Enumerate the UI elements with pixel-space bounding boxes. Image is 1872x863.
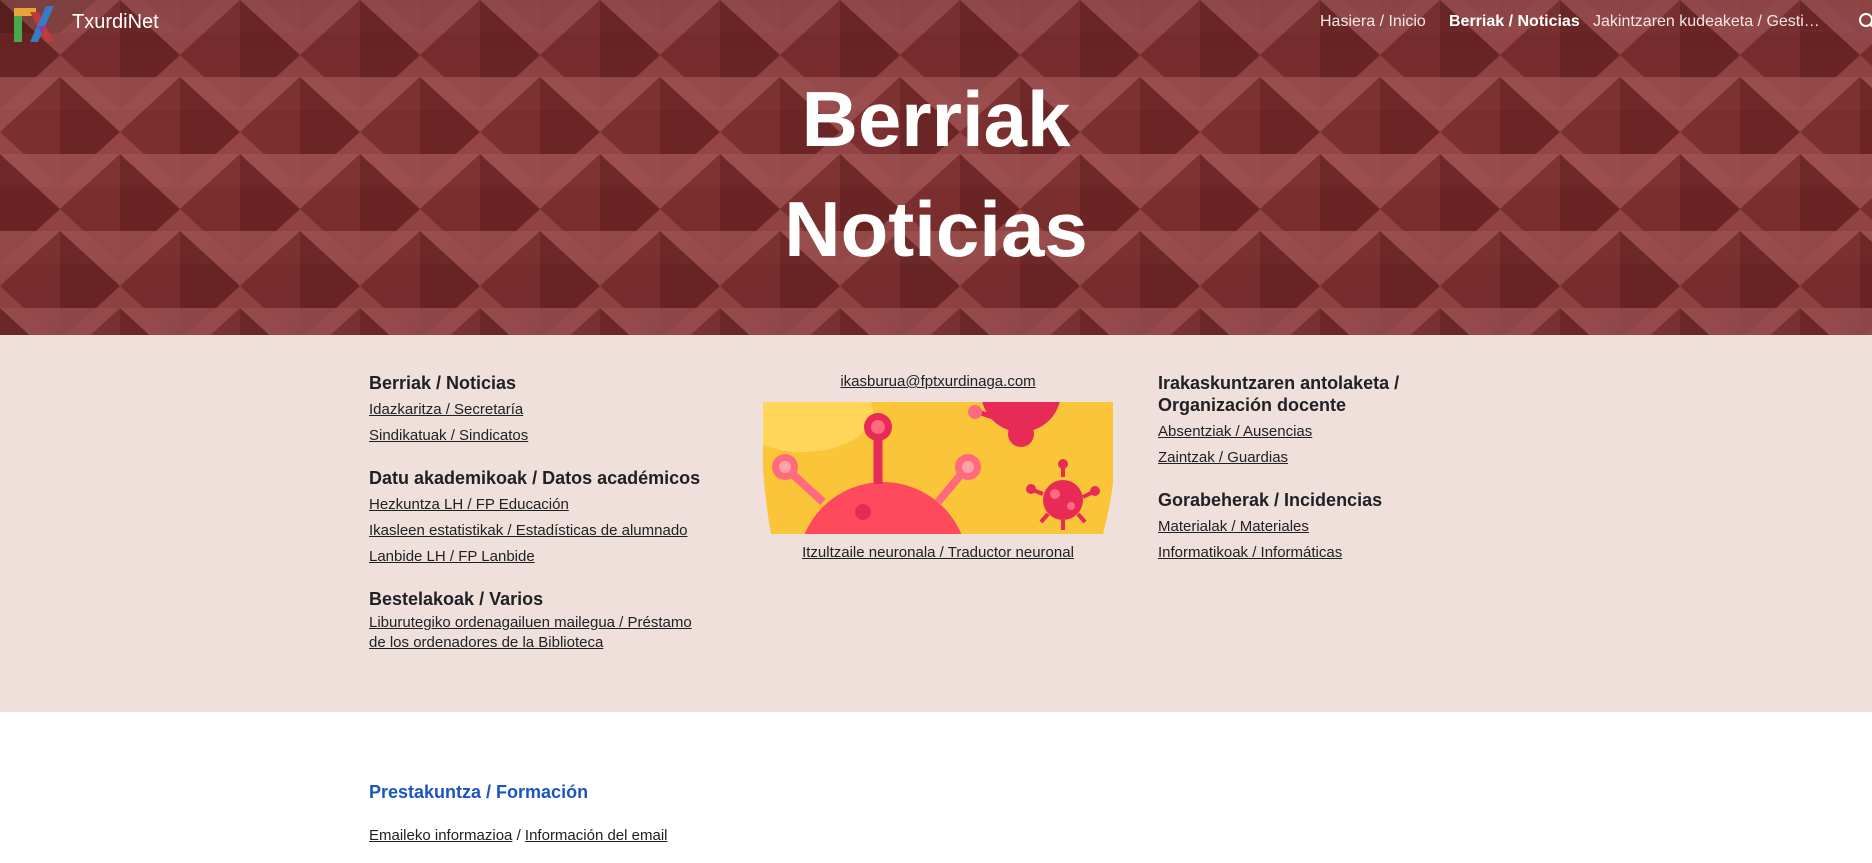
- email-info-line: Emaileko informazioa / Información del e…: [369, 824, 1169, 848]
- email-link[interactable]: ikasburua@fptxurdinaga.com: [763, 372, 1113, 392]
- link-lanbide[interactable]: Lanbide LH / FP Lanbide: [369, 544, 709, 570]
- nav-item-berriak[interactable]: Berriak / Noticias: [1449, 13, 1580, 31]
- group-datu-akademikoak: Datu akademikoak / Datos académicos Hezk…: [369, 467, 709, 570]
- link-hezkuntza[interactable]: Hezkuntza LH / FP Educación: [369, 492, 709, 518]
- nav-item-jakintzaren-kudeaketa[interactable]: Jakintzaren kudeaketa / Gestión ...: [1593, 13, 1828, 31]
- link-materialak[interactable]: Materialak / Materiales: [1158, 514, 1538, 540]
- nav-item-hasiera[interactable]: Hasiera / Inicio: [1320, 13, 1426, 31]
- link-sindikatuak[interactable]: Sindikatuak / Sindicatos: [369, 423, 709, 449]
- top-bar: TxurdiNet Hasiera / Inicio Berriak / Not…: [0, 0, 1872, 46]
- link-zaintzak[interactable]: Zaintzak / Guardias: [1158, 445, 1538, 471]
- group-title: Datu akademikoak / Datos académicos: [369, 468, 701, 488]
- group-gorabeherak: Gorabeherak / Incidencias Materialak / M…: [1158, 489, 1538, 566]
- page-title-line2: Noticias: [784, 185, 1088, 273]
- main-nav: Hasiera / Inicio Berriak / Noticias Jaki…: [0, 13, 1872, 37]
- page-title-line1: Berriak: [801, 75, 1071, 163]
- group-bestelakoak: Bestelakoak / Varios Liburutegiko ordena…: [369, 588, 709, 653]
- middle-column: ikasburua@fptxurdinaga.com Itzultzaile n…: [763, 372, 1113, 561]
- link-emaileko-informazioa[interactable]: Emaileko informazioa: [369, 827, 512, 844]
- link-informacion-del-email[interactable]: Información del email: [525, 827, 668, 844]
- page-title: Berriak Noticias: [636, 64, 1236, 284]
- group-title: Berriak / Noticias: [369, 373, 517, 393]
- training-title: Prestakuntza / Formación: [369, 782, 589, 802]
- left-column: Berriak / Noticias Idazkaritza / Secreta…: [369, 372, 709, 671]
- link-informatikoak[interactable]: Informatikoak / Informáticas: [1158, 540, 1538, 566]
- group-title: Gorabeherak / Incidencias: [1158, 490, 1383, 510]
- link-itzultzaile-neuronala[interactable]: Itzultzaile neuronala / Traductor neuron…: [763, 544, 1113, 561]
- right-column: Irakaskuntzaren antolaketa / Organizació…: [1158, 372, 1538, 584]
- search-icon[interactable]: [1858, 12, 1872, 32]
- link-ikasleen-estatistikak[interactable]: Ikasleen estatistikak / Estadísticas de …: [369, 518, 709, 544]
- link-absentziak[interactable]: Absentziak / Ausencias: [1158, 419, 1538, 445]
- group-berriak: Berriak / Noticias Idazkaritza / Secreta…: [369, 372, 709, 449]
- group-title: Bestelakoak / Varios: [369, 589, 544, 609]
- link-idazkaritza[interactable]: Idazkaritza / Secretaría: [369, 397, 709, 423]
- separator: /: [516, 827, 521, 844]
- link-liburutegiko-ordenagailuak[interactable]: Liburutegiko ordenagailuen mailegua / Pr…: [369, 613, 709, 653]
- group-irakaskuntza: Irakaskuntzaren antolaketa / Organizació…: [1158, 372, 1538, 471]
- neural-translator-banner-image[interactable]: [763, 402, 1113, 534]
- training-section: Prestakuntza / Formación Emaileko inform…: [369, 780, 1169, 848]
- group-title: Irakaskuntzaren antolaketa / Organizació…: [1158, 373, 1400, 415]
- hero-banner: TxurdiNet Hasiera / Inicio Berriak / Not…: [0, 0, 1872, 335]
